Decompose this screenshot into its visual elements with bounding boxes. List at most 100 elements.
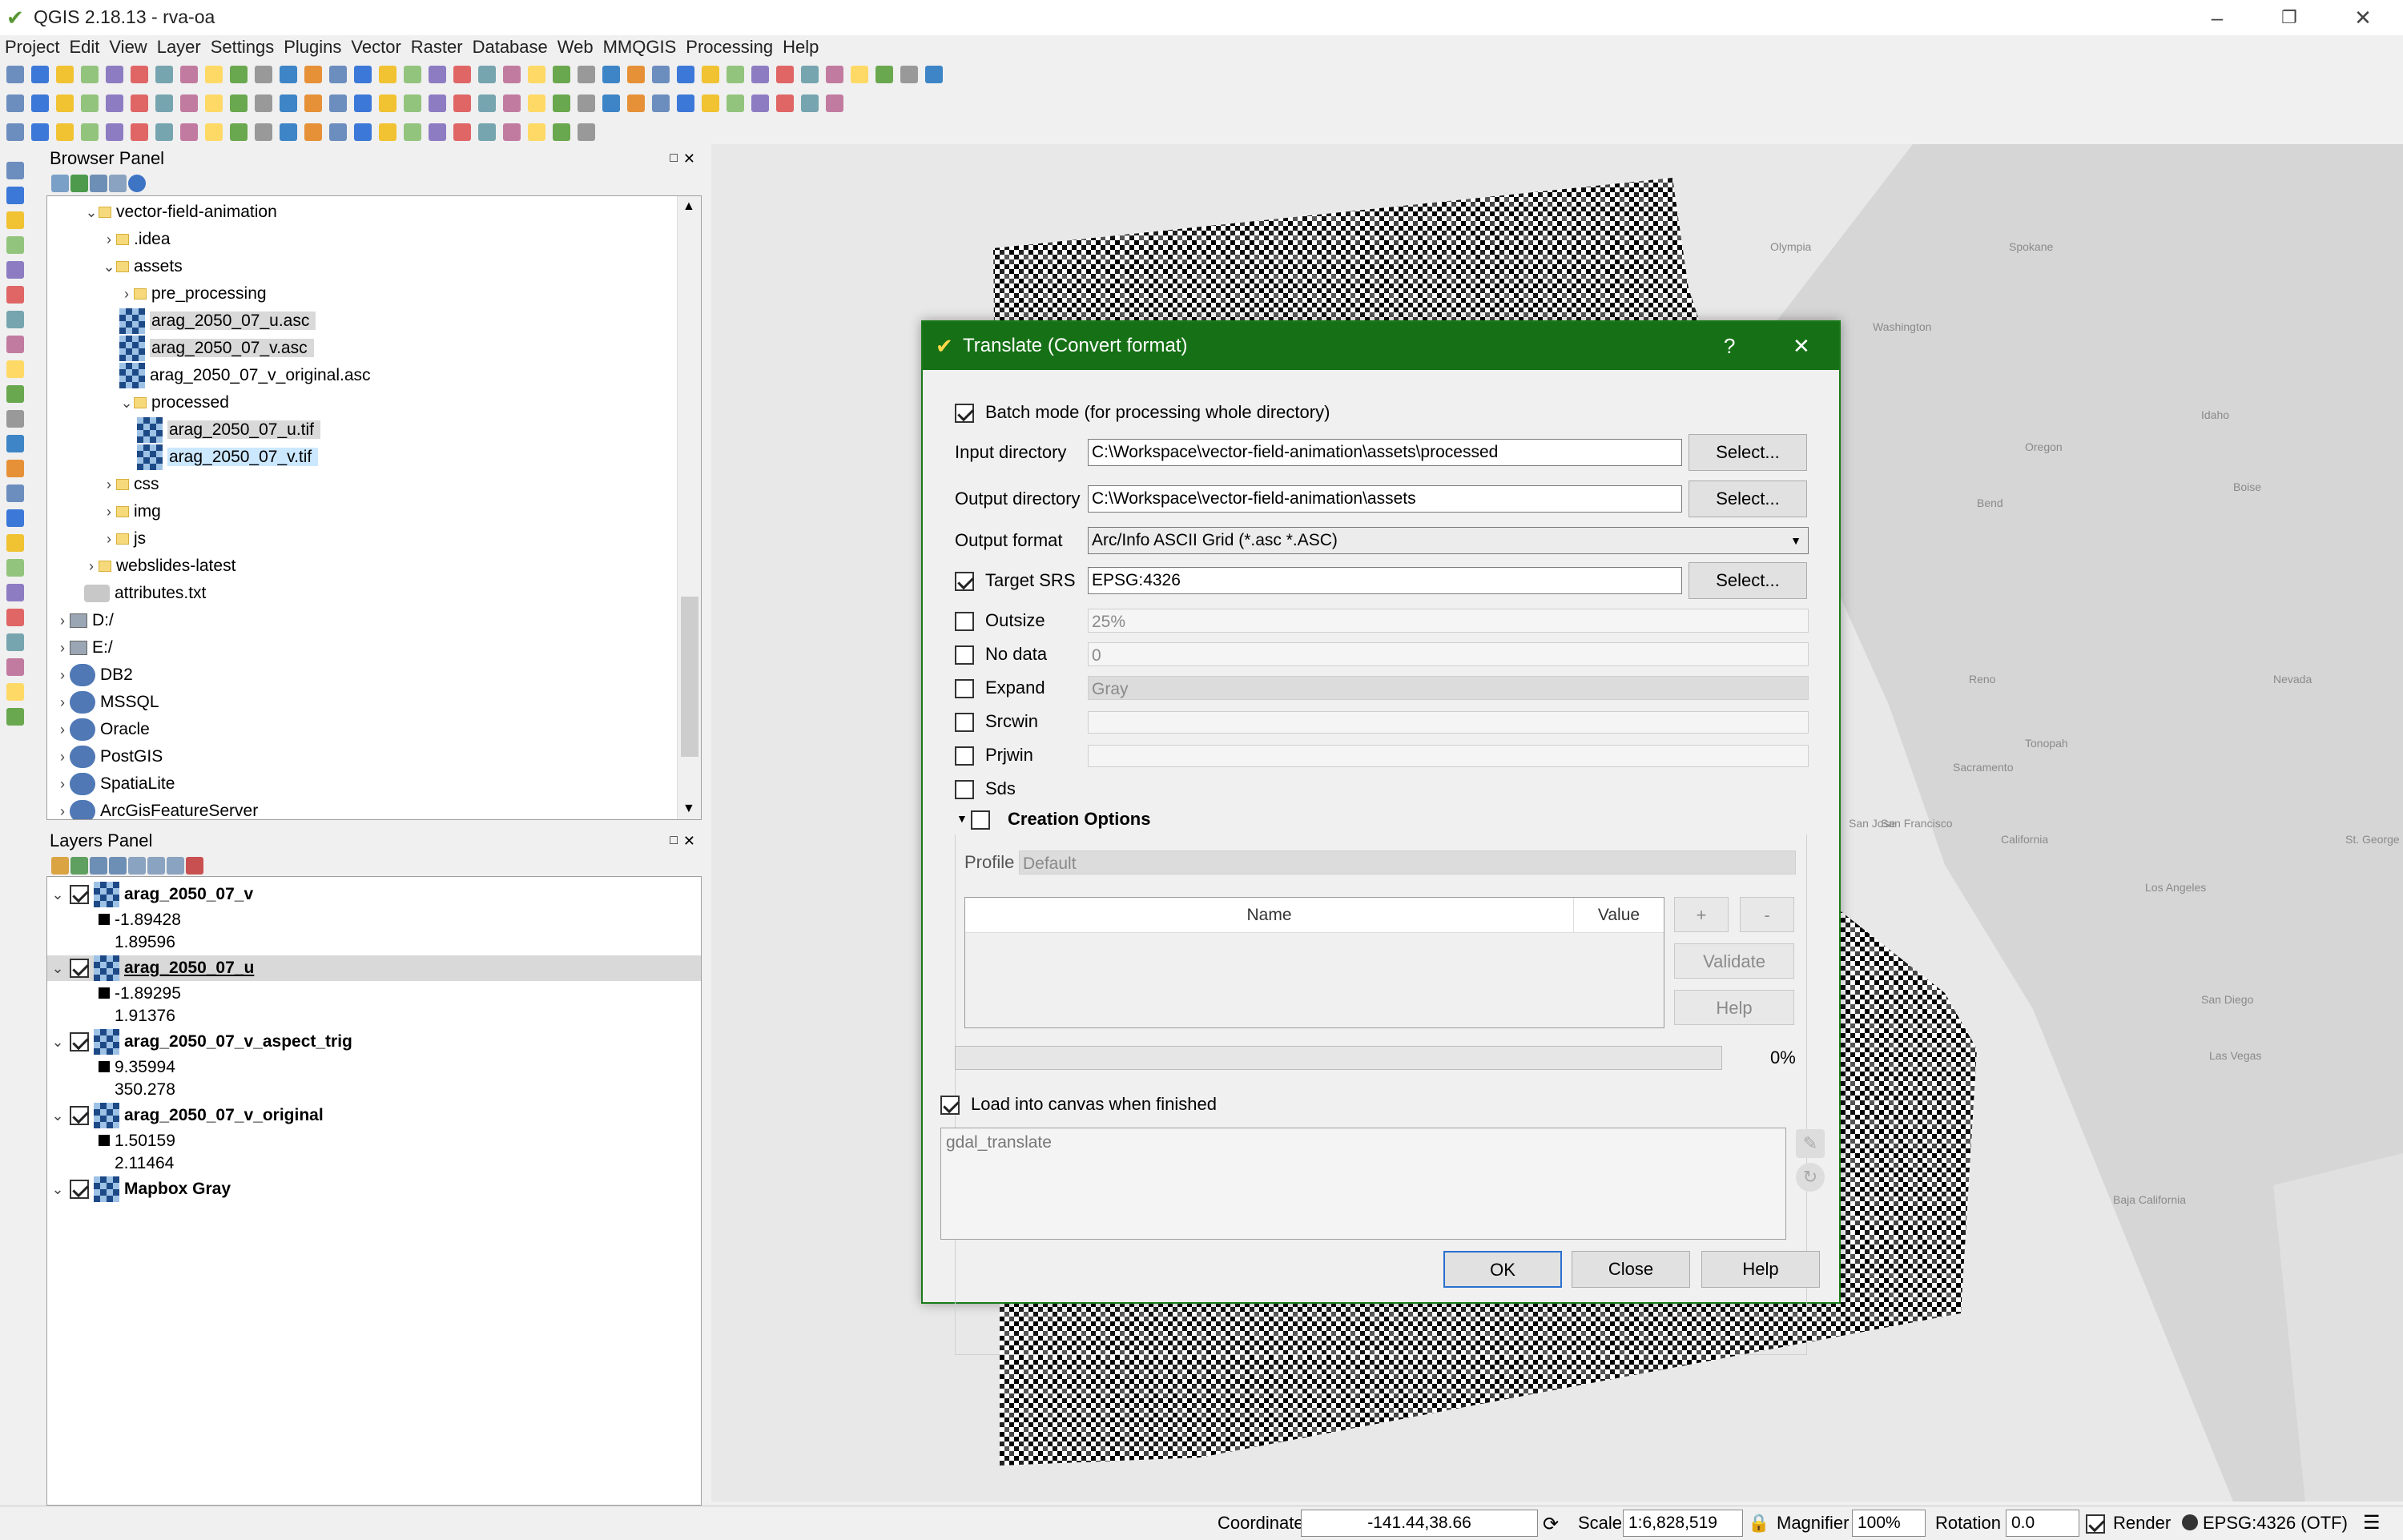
target-srs-field[interactable]: EPSG:4326 — [1088, 567, 1682, 594]
raster-pan-to-selection-icon[interactable] — [180, 123, 198, 141]
chevron-down-icon[interactable]: ⌄ — [50, 1176, 65, 1202]
deselect-icon[interactable] — [503, 66, 521, 83]
plugin-icon[interactable] — [6, 708, 24, 726]
raster-zoom-full-icon[interactable] — [255, 123, 272, 141]
browser-item[interactable]: › D:/ — [55, 608, 114, 633]
chevron-right-icon[interactable]: › — [119, 281, 134, 307]
layer-visibility-checkbox[interactable] — [70, 1180, 89, 1200]
zoom-last-icon[interactable] — [329, 66, 347, 83]
raster-new-bookmark-icon[interactable] — [379, 123, 396, 141]
creation-options-checkbox[interactable] — [971, 810, 990, 830]
measure-icon[interactable] — [602, 66, 620, 83]
edit-zoom-full-icon[interactable] — [255, 94, 272, 112]
browser-item[interactable]: ⌄ vector-field-animation — [84, 199, 276, 225]
scroll-up-icon[interactable]: ▲ — [682, 199, 695, 214]
zoom-next-icon[interactable] — [354, 66, 372, 83]
edit-pan-to-selection-icon[interactable] — [180, 94, 198, 112]
browser-item[interactable]: arag_2050_07_u.asc — [119, 308, 316, 335]
layer-visibility-checkbox[interactable] — [70, 885, 89, 905]
edit-annotation-icon[interactable] — [652, 94, 670, 112]
add-option-button[interactable]: + — [1674, 897, 1729, 932]
select-features-icon[interactable] — [478, 66, 496, 83]
save-project-icon[interactable] — [56, 66, 74, 83]
scroll-down-icon[interactable]: ▼ — [682, 802, 695, 816]
chevron-down-icon[interactable]: ⌄ — [50, 1103, 65, 1128]
edit-save-as-icon[interactable] — [81, 94, 99, 112]
new-project-icon[interactable] — [727, 66, 744, 83]
edit-measure-icon[interactable] — [602, 94, 620, 112]
zoom-to-layer-icon[interactable] — [304, 66, 322, 83]
dialog-help-icon[interactable]: ? — [1724, 322, 1735, 370]
add-delimited-text-layer-icon[interactable] — [6, 360, 24, 378]
manage-visibility-icon[interactable] — [90, 857, 107, 875]
edit-layout-manager-icon[interactable] — [131, 94, 148, 112]
menu-item-layer[interactable]: Layer — [152, 35, 206, 59]
filter-icon[interactable] — [90, 175, 107, 192]
menu-item-web[interactable]: Web — [553, 35, 598, 59]
save-as-icon[interactable] — [81, 66, 99, 83]
save-project-icon[interactable] — [776, 66, 794, 83]
menu-item-help[interactable]: Help — [778, 35, 823, 59]
chevron-right-icon[interactable]: › — [102, 499, 116, 525]
open-attribute-table-icon[interactable] — [528, 66, 545, 83]
layer-item[interactable]: ⌄ Mapbox Gray — [47, 1176, 701, 1203]
edit-help-contents-icon[interactable] — [702, 94, 719, 112]
edit-zoom-out-icon[interactable] — [230, 94, 248, 112]
edit-save-as-icon[interactable] — [801, 94, 819, 112]
browser-item[interactable]: arag_2050_07_u.tif — [137, 417, 320, 444]
target-srs-checkbox[interactable] — [955, 572, 974, 591]
edit-command-icon[interactable]: ✎ — [1796, 1129, 1825, 1158]
input-directory-field[interactable]: C:\Workspace\vector-field-animation\asse… — [1088, 439, 1682, 466]
chevron-right-icon[interactable]: › — [102, 472, 116, 497]
add-postgis-layer-icon[interactable] — [6, 211, 24, 229]
edit-zoom-last-icon[interactable] — [329, 94, 347, 112]
target-srs-select-button[interactable]: Select... — [1689, 562, 1807, 599]
edit-statistics-icon[interactable] — [578, 94, 595, 112]
raster-zoom-last-icon[interactable] — [329, 123, 347, 141]
browser-item[interactable]: › .idea — [102, 227, 171, 252]
save-as-icon[interactable] — [801, 66, 819, 83]
browser-item[interactable]: arag_2050_07_v_original.asc — [119, 363, 371, 389]
add-virtual-layer-icon[interactable] — [6, 385, 24, 403]
add-wms-layer-icon[interactable] — [6, 286, 24, 304]
messages-icon[interactable]: ☰ — [2363, 1511, 2381, 1534]
pan-icon[interactable] — [875, 66, 893, 83]
no-data-spinbox[interactable]: 0 — [1088, 642, 1809, 666]
srcwin-field[interactable] — [1088, 711, 1809, 734]
zoom-full-icon[interactable] — [255, 66, 272, 83]
browser-item[interactable]: › ArcGisFeatureServer — [55, 798, 258, 819]
crs-globe-icon[interactable] — [2182, 1514, 2198, 1530]
add-raster-layer-icon[interactable] — [6, 187, 24, 204]
browser-item[interactable]: › PostGIS — [55, 744, 163, 770]
field-calculator-icon[interactable] — [553, 66, 570, 83]
add-group-icon[interactable] — [70, 857, 88, 875]
browser-scrollbar[interactable]: ▲ ▼ — [677, 196, 701, 819]
menu-item-processing[interactable]: Processing — [681, 35, 778, 59]
edit-field-calculator-icon[interactable] — [553, 94, 570, 112]
browser-item[interactable]: › js — [102, 526, 146, 552]
zoom-in-icon[interactable] — [205, 66, 223, 83]
new-spatialite-layer-icon[interactable] — [6, 534, 24, 552]
coordinate-field[interactable]: -141.44,38.66 — [1301, 1510, 1538, 1537]
menu-item-plugins[interactable]: Plugins — [279, 35, 346, 59]
collapse-arrow-icon[interactable]: ▼ — [956, 812, 968, 825]
raster-save-as-icon[interactable] — [81, 123, 99, 141]
batch-mode-checkbox[interactable] — [955, 404, 974, 423]
outsize-checkbox[interactable] — [955, 612, 974, 631]
layers-tree[interactable]: ⌄ arag_2050_07_v -1.89428 1.89596 ⌄ arag_2050… — [46, 876, 702, 1506]
new-bookmark-icon[interactable] — [379, 66, 396, 83]
raster-new-project-icon[interactable] — [6, 123, 24, 141]
creation-help-button[interactable]: Help — [1674, 990, 1794, 1025]
edit-identify-icon[interactable] — [453, 94, 471, 112]
prjwin-field[interactable] — [1088, 745, 1809, 767]
pan-icon[interactable] — [155, 66, 173, 83]
add-db2-layer-icon[interactable] — [6, 435, 24, 452]
edit-new-project-icon[interactable] — [6, 94, 24, 112]
ok-button[interactable]: OK — [1443, 1251, 1562, 1288]
zoom-out-icon[interactable] — [230, 66, 248, 83]
layout-manager-icon[interactable] — [131, 66, 148, 83]
new-shapefile-layer-icon[interactable] — [6, 509, 24, 527]
add-wcs-layer-icon[interactable] — [6, 311, 24, 328]
open-project-icon[interactable] — [751, 66, 769, 83]
menu-item-vector[interactable]: Vector — [346, 35, 405, 59]
